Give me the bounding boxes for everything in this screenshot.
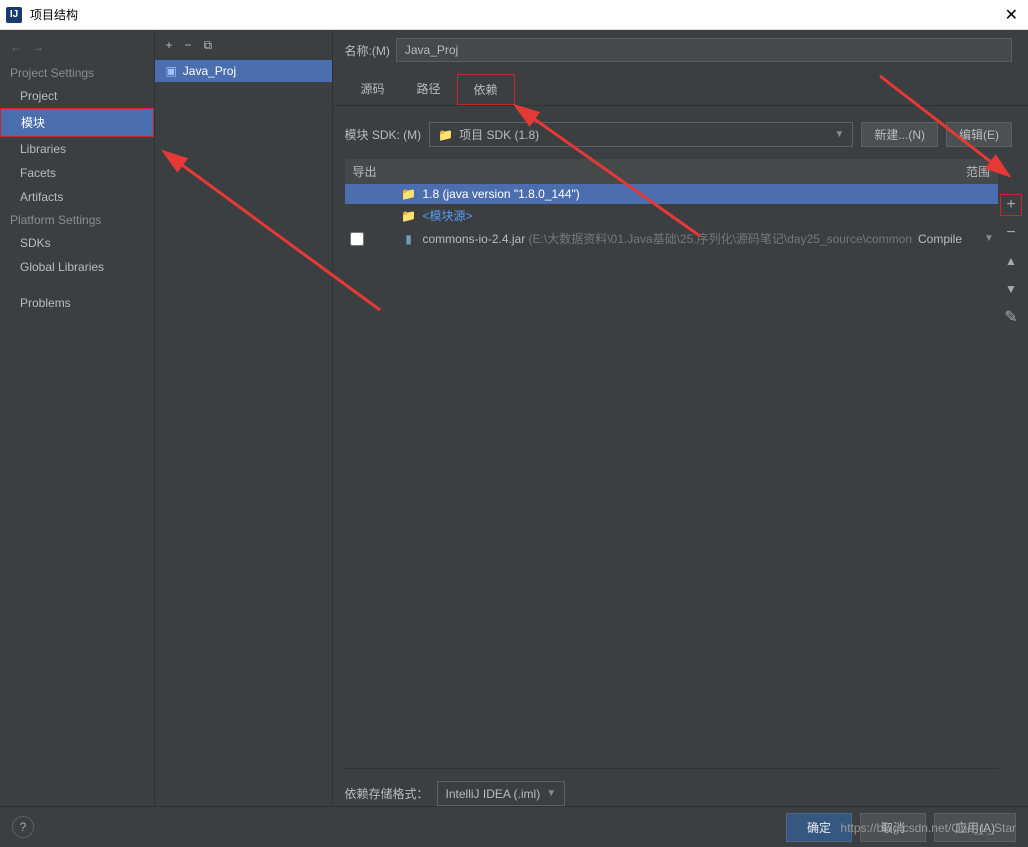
- edit-icon[interactable]: ✎: [1000, 306, 1022, 328]
- titlebar: IJ 项目结构 ✕: [0, 0, 1028, 30]
- nav-back-icon[interactable]: ←: [10, 40, 22, 54]
- edit-sdk-button[interactable]: 编辑(E): [946, 122, 1012, 147]
- sidebar-item-sdks[interactable]: SDKs: [0, 231, 154, 255]
- copy-module-icon[interactable]: ⧉: [203, 38, 212, 53]
- storage-label: 依赖存储格式：: [345, 785, 429, 802]
- remove-dependency-button[interactable]: −: [1000, 222, 1022, 244]
- dependency-row-sdk[interactable]: 📁 1.8 (java version "1.8.0_144"): [345, 184, 999, 204]
- tabs: 源码 路径 依赖: [333, 74, 1028, 106]
- dependency-text: commons-io-2.4.jar (E:\大数据资料\01.Java基础\2…: [423, 230, 913, 247]
- window-title: 项目结构: [30, 6, 78, 23]
- sidebar-item-global-libraries[interactable]: Global Libraries: [0, 255, 154, 279]
- module-toolbar: + − ⧉: [155, 30, 331, 60]
- sdk-dropdown[interactable]: 📁 项目 SDK (1.8) ▼: [429, 122, 853, 147]
- platform-settings-header: Platform Settings: [0, 209, 154, 231]
- module-name-input[interactable]: [396, 38, 1012, 62]
- new-sdk-button[interactable]: 新建...(N): [861, 122, 938, 147]
- name-label: 名称:(M): [345, 42, 390, 59]
- apply-button[interactable]: 应用(A): [934, 813, 1016, 842]
- sidebar-item-libraries[interactable]: Libraries: [0, 137, 154, 161]
- dependency-row-module-src[interactable]: 📁 <模块源>: [345, 204, 999, 227]
- dependency-table-header: 导出 范围: [345, 159, 999, 184]
- tab-paths[interactable]: 路径: [401, 74, 457, 105]
- folder-icon: 📁: [401, 187, 417, 201]
- dependency-text: 1.8 (java version "1.8.0_144"): [423, 187, 933, 201]
- storage-value: IntelliJ IDEA (.iml): [446, 787, 541, 801]
- export-header: 导出: [353, 163, 931, 180]
- export-checkbox[interactable]: [350, 232, 364, 246]
- module-list-panel: + − ⧉ ▣ Java_Proj: [155, 30, 332, 806]
- dependency-row-jar[interactable]: ▮ commons-io-2.4.jar (E:\大数据资料\01.Java基础…: [345, 227, 999, 250]
- scope-value[interactable]: Compile: [918, 232, 978, 246]
- sidebar-item-project[interactable]: Project: [0, 84, 154, 108]
- right-panel: 名称:(M) 源码 路径 依赖 模块 SDK: (M) 📁 项目 SDK (1.…: [333, 30, 1028, 806]
- cancel-button[interactable]: 取消: [860, 813, 926, 842]
- add-module-icon[interactable]: +: [165, 38, 172, 52]
- nav-arrows: ← →: [0, 30, 154, 62]
- scope-header: 范围: [930, 163, 990, 180]
- name-row: 名称:(M): [333, 38, 1028, 74]
- dialog-footer: ? 确定 取消 应用(A) https://blog.csdn.net/One_…: [0, 806, 1028, 847]
- sidebar-item-problems[interactable]: Problems: [0, 291, 154, 315]
- sdk-row: 模块 SDK: (M) 📁 项目 SDK (1.8) ▼ 新建...(N) 编辑…: [333, 106, 1028, 159]
- nav-forward-icon[interactable]: →: [32, 40, 44, 54]
- chevron-down-icon: ▼: [546, 788, 556, 799]
- chevron-down-icon: ▼: [834, 129, 844, 140]
- tab-source[interactable]: 源码: [345, 74, 401, 105]
- close-icon[interactable]: ✕: [1001, 5, 1022, 25]
- sdk-label: 模块 SDK: (M): [345, 126, 422, 143]
- sidebar-item-facets[interactable]: Facets: [0, 161, 154, 185]
- ok-button[interactable]: 确定: [786, 813, 852, 842]
- help-button[interactable]: ?: [12, 816, 34, 838]
- dependency-side-buttons: + − ▲ ▼ ✎: [1000, 194, 1022, 328]
- storage-dropdown[interactable]: IntelliJ IDEA (.iml) ▼: [437, 781, 566, 806]
- sdk-value: 项目 SDK (1.8): [459, 126, 539, 143]
- module-folder-icon: ▣: [165, 64, 176, 78]
- project-settings-header: Project Settings: [0, 62, 154, 84]
- chevron-down-icon[interactable]: ▼: [984, 233, 998, 244]
- folder-icon: 📁: [401, 209, 417, 223]
- app-icon: IJ: [6, 7, 22, 23]
- add-dependency-button[interactable]: +: [1000, 194, 1022, 216]
- main-content: ← → Project Settings Project 模块 Librarie…: [0, 30, 1028, 806]
- move-down-icon[interactable]: ▼: [1000, 278, 1022, 300]
- remove-module-icon[interactable]: −: [184, 38, 191, 52]
- sidebar-item-artifacts[interactable]: Artifacts: [0, 185, 154, 209]
- tab-dependencies[interactable]: 依赖: [457, 74, 515, 105]
- dependency-text: <模块源>: [423, 207, 933, 224]
- module-item-selected[interactable]: ▣ Java_Proj: [155, 60, 331, 82]
- move-up-icon[interactable]: ▲: [1000, 250, 1022, 272]
- jar-icon: ▮: [401, 232, 417, 246]
- storage-row: 依赖存储格式： IntelliJ IDEA (.iml) ▼: [333, 769, 1028, 806]
- left-sidebar: ← → Project Settings Project 模块 Librarie…: [0, 30, 155, 806]
- dependency-list: 📁 1.8 (java version "1.8.0_144") 📁 <模块源>…: [345, 184, 999, 769]
- folder-icon: 📁: [438, 128, 453, 142]
- module-item-label: Java_Proj: [183, 64, 236, 78]
- sidebar-item-modules[interactable]: 模块: [0, 108, 154, 137]
